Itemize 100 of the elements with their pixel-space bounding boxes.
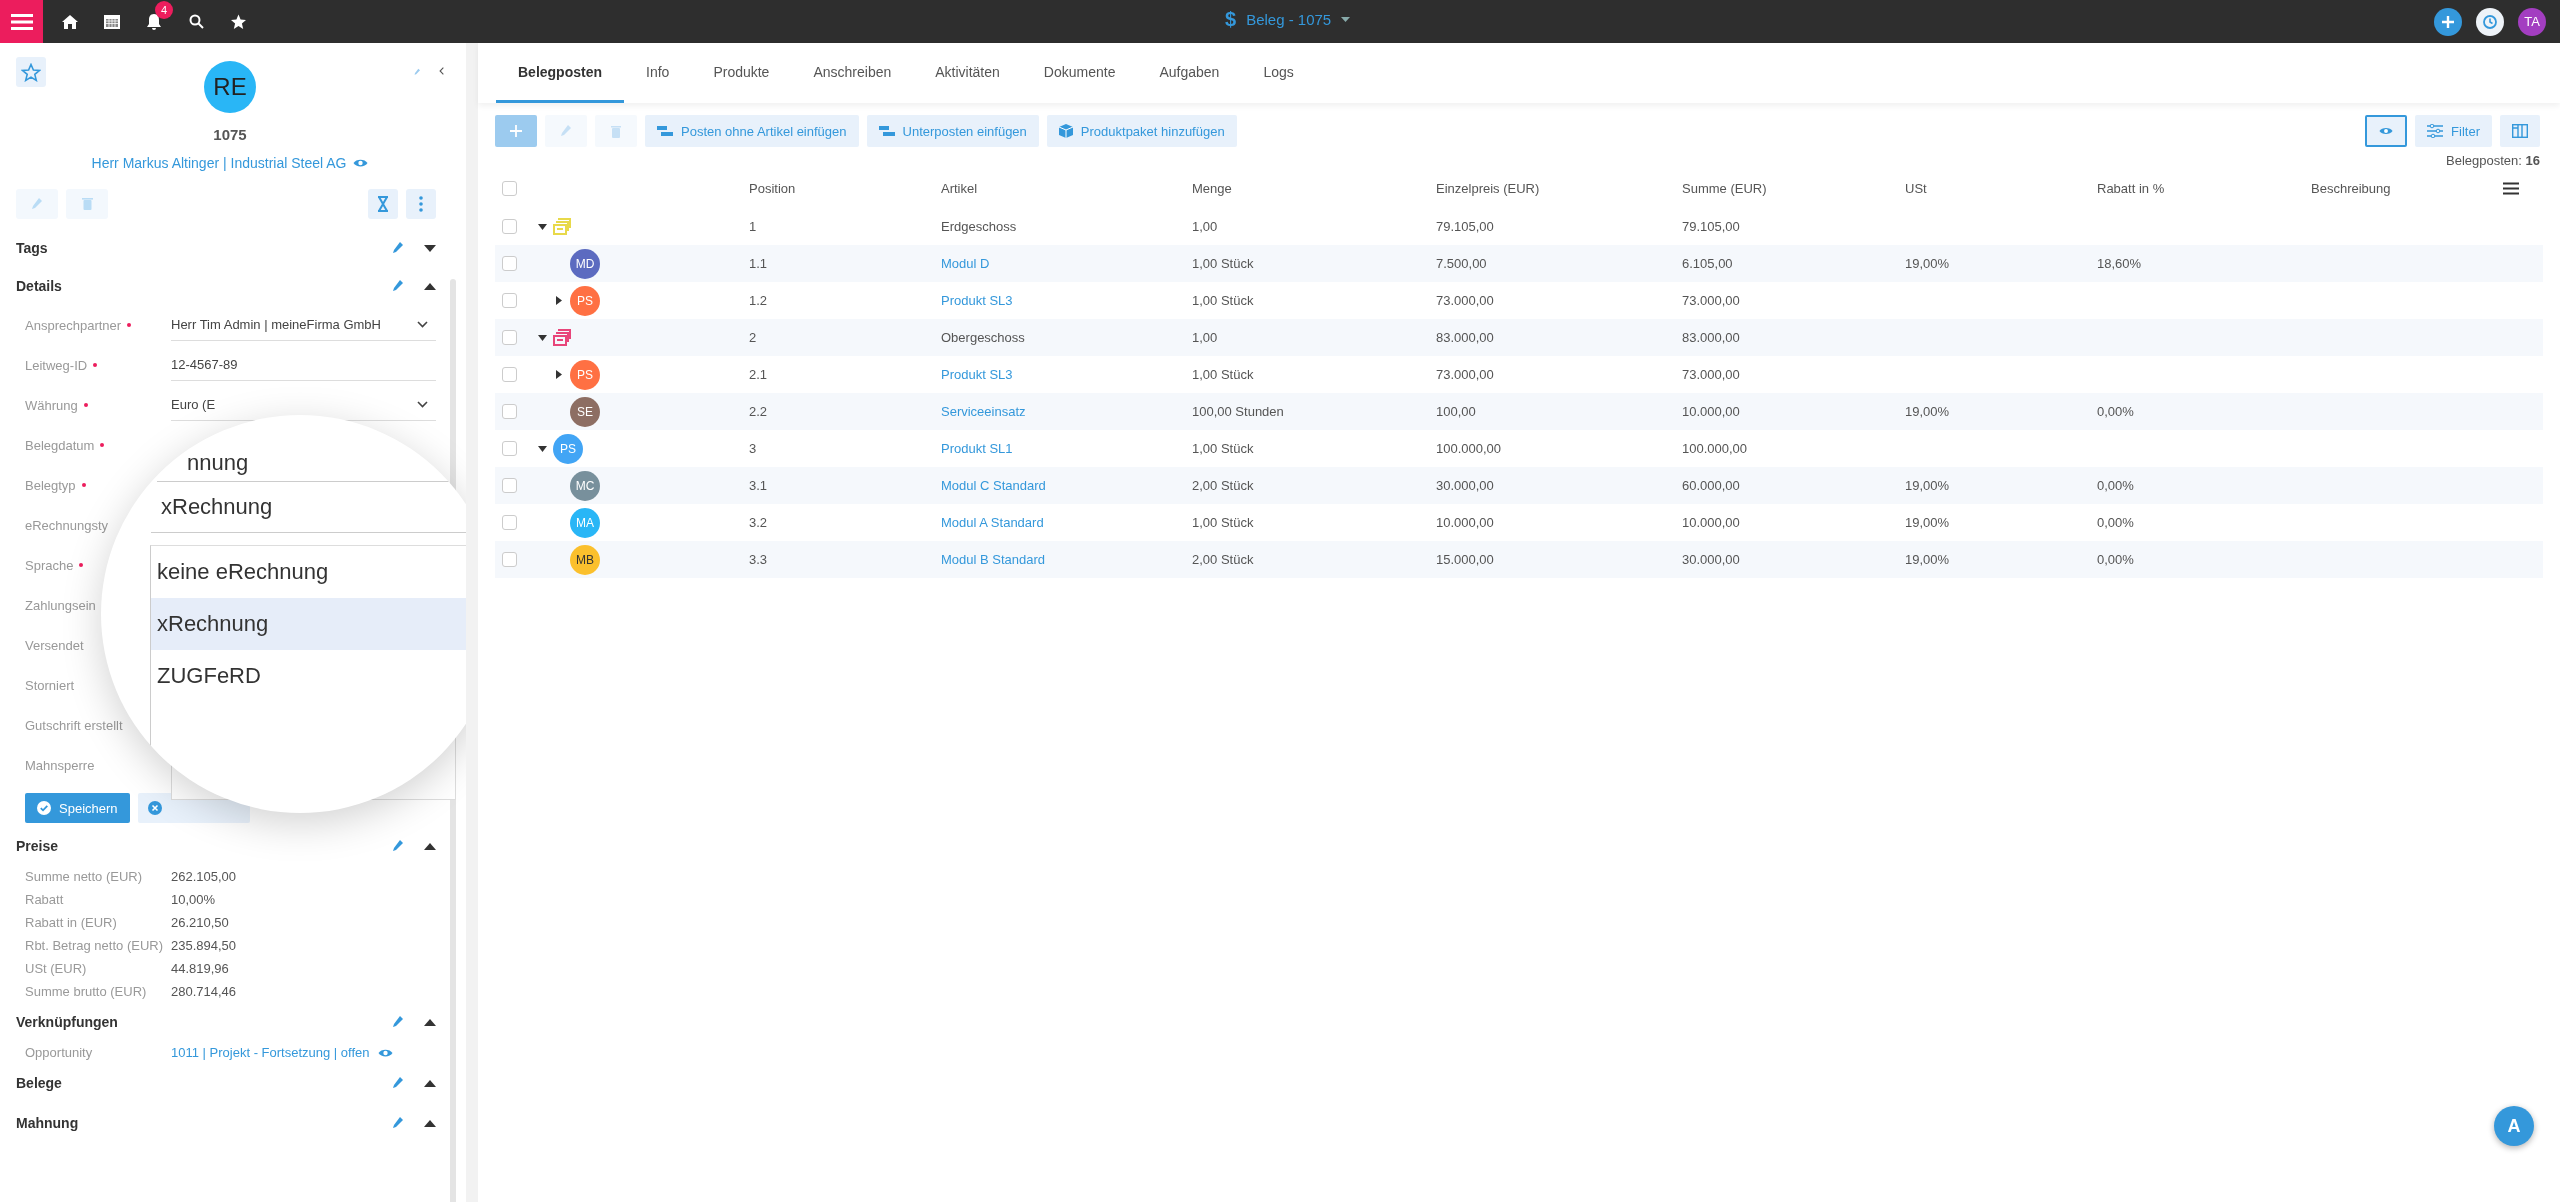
caret-down-icon[interactable]	[537, 334, 547, 341]
collapse-caret-icon[interactable]	[424, 1119, 436, 1127]
record-title-menu[interactable]: $ Beleg - 1075	[1225, 8, 1351, 31]
row-checkbox[interactable]	[502, 515, 517, 530]
row-checkbox[interactable]	[502, 330, 517, 345]
collapse-caret-icon[interactable]	[424, 1018, 436, 1026]
table-cell-text: 1.2	[749, 293, 769, 308]
columns-button[interactable]	[2500, 115, 2540, 147]
caret-icon	[1341, 17, 1351, 22]
contact-link[interactable]: Herr Markus Altinger | Industrial Steel AG	[91, 155, 347, 171]
tab[interactable]: Info	[624, 43, 692, 103]
pencil-icon[interactable]	[392, 1015, 404, 1029]
assistant-button[interactable]: A	[2494, 1106, 2534, 1146]
tab[interactable]: Dokumente	[1021, 43, 1138, 103]
tab[interactable]: Produkte	[691, 43, 792, 103]
eye-icon[interactable]	[353, 158, 369, 168]
row-checkbox[interactable]	[502, 478, 517, 493]
pencil-icon	[560, 124, 572, 138]
menu-button[interactable]	[0, 0, 43, 43]
expand-caret-icon[interactable]	[424, 244, 436, 252]
pencil-icon[interactable]	[392, 279, 404, 293]
view-button[interactable]	[2365, 115, 2408, 147]
field-value: 262.105,00	[171, 869, 237, 884]
row-checkbox[interactable]	[502, 293, 517, 308]
column-header: Beschreibung	[2311, 180, 2392, 196]
pencil-icon[interactable]	[392, 241, 404, 255]
favorite-button[interactable]	[16, 57, 46, 87]
product-avatar: MA	[570, 507, 600, 538]
user-avatar[interactable]: TA	[2518, 7, 2546, 36]
table-cell-text: Obergeschoss	[941, 330, 1026, 345]
article-link[interactable]: Modul A Standard	[941, 515, 1044, 530]
table-cell-text: 3.1	[749, 478, 769, 493]
pencil-icon[interactable]	[392, 1116, 404, 1130]
product-avatar: MD	[570, 248, 600, 279]
caret-down-icon[interactable]	[537, 445, 547, 452]
add-item-button[interactable]	[495, 115, 537, 147]
add-button[interactable]	[2434, 7, 2462, 36]
tab[interactable]: Anschreiben	[791, 43, 914, 103]
collapse-caret-icon[interactable]	[424, 1079, 436, 1087]
article-link[interactable]: Modul B Standard	[941, 552, 1046, 567]
table-cell-text: 100.000,00	[1436, 441, 1503, 456]
table-cell-text: 19,00%	[1905, 515, 1951, 530]
pencil-icon[interactable]	[392, 1076, 404, 1090]
history-button[interactable]	[2476, 7, 2504, 36]
table-cell-text: 1,00 Stück	[1192, 256, 1255, 271]
table-cell-text: 1,00	[1192, 219, 1219, 234]
tab[interactable]: Aktivitäten	[913, 43, 1022, 103]
tab[interactable]: Logs	[1241, 43, 1316, 103]
table-cell-text: 73.000,00	[1682, 293, 1741, 308]
field-label: eRechnungsty	[25, 517, 109, 533]
input-field[interactable]: 12-4567-89	[171, 349, 436, 381]
menu-icon	[10, 12, 33, 31]
article-link[interactable]: Serviceeinsatz	[941, 404, 1026, 419]
row-checkbox[interactable]	[502, 367, 517, 382]
table-cell-text: 79.105,00	[1436, 219, 1495, 234]
filter-button[interactable]: Filter	[2415, 115, 2492, 147]
column-menu-icon[interactable]	[2503, 181, 2519, 195]
opportunity-link[interactable]: 1011 | Projekt - Fortsetzung | offen	[171, 1045, 370, 1060]
article-link[interactable]: Produkt SL1	[941, 441, 1013, 456]
hourglass-button[interactable]	[368, 189, 398, 219]
dropdown-option[interactable]: xRechnung	[151, 598, 466, 650]
select-field[interactable]: Herr Tim Admin | meineFirma GmbH	[171, 309, 436, 341]
save-button[interactable]: Speichern	[25, 793, 130, 823]
field-label: Summe brutto (EUR)	[25, 984, 148, 999]
section-title: Verknüpfungen	[16, 1014, 118, 1030]
field-label: Gutschrift erstellt	[25, 717, 123, 733]
toolbar-button[interactable]: Unterposten einfügen	[866, 115, 1039, 147]
toolbar-button[interactable]: Posten ohne Artikel einfügen	[645, 115, 859, 147]
table-cell-text: 7.500,00	[1436, 256, 1488, 271]
collapse-caret-icon[interactable]	[424, 842, 436, 850]
toolbar-button[interactable]: Produktpaket hinzufügen	[1046, 115, 1237, 147]
article-link[interactable]: Produkt SL3	[941, 367, 1013, 382]
article-link[interactable]: Modul C Standard	[941, 478, 1046, 493]
row-checkbox[interactable]	[502, 552, 517, 567]
table-cell-text: 83.000,00	[1436, 330, 1495, 345]
pencil-icon	[31, 197, 43, 211]
row-checkbox[interactable]	[502, 441, 517, 456]
caret-right-icon[interactable]	[556, 370, 562, 379]
table-cell-text: 15.000,00	[1436, 552, 1495, 567]
pencil-icon[interactable]	[392, 839, 404, 853]
row-checkbox[interactable]	[502, 256, 517, 271]
row-checkbox[interactable]	[502, 219, 517, 234]
dropdown-option[interactable]: ZUGFeRD	[151, 650, 466, 702]
article-link[interactable]: Produkt SL3	[941, 293, 1013, 308]
table-cell-text: 1,00	[1192, 330, 1219, 345]
dropdown-option[interactable]: keine eRechnung	[151, 546, 466, 598]
caret-down-icon[interactable]	[537, 223, 547, 230]
collapse-caret-icon[interactable]	[424, 282, 436, 290]
table-cell-text: 2,00 Stück	[1192, 478, 1255, 493]
article-link[interactable]: Modul D	[941, 256, 990, 271]
tab[interactable]: Belegposten	[496, 43, 624, 103]
field-label: Opportunity	[25, 1045, 94, 1060]
row-checkbox[interactable]	[502, 404, 517, 419]
more-button[interactable]	[406, 189, 436, 219]
table-cell-text: 73.000,00	[1436, 367, 1495, 382]
select-all-checkbox[interactable]	[502, 180, 517, 196]
table-cell-text: 2.2	[749, 404, 769, 419]
tab[interactable]: Aufgaben	[1137, 43, 1242, 103]
eye-icon[interactable]	[377, 1047, 393, 1058]
caret-right-icon[interactable]	[556, 296, 562, 305]
